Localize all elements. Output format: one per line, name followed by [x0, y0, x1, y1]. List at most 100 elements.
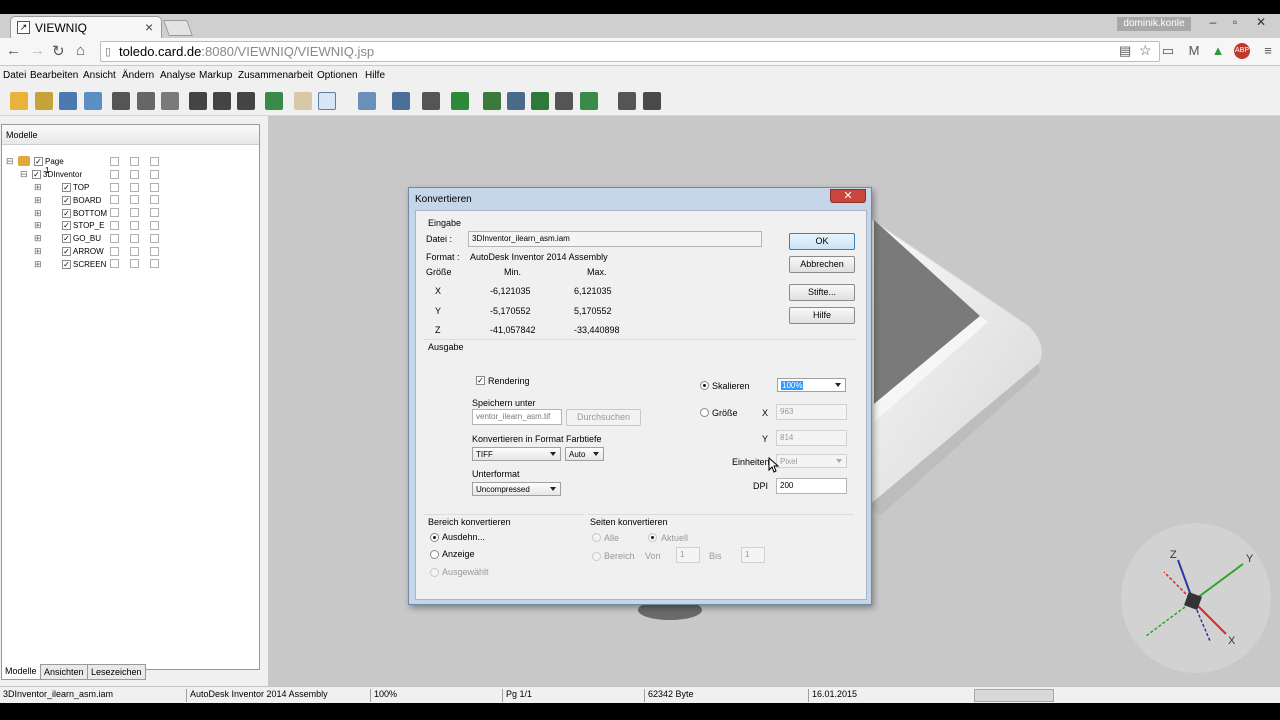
adblock-icon[interactable]: ABP — [1234, 43, 1250, 59]
cancel-button[interactable]: Abbrechen — [789, 256, 855, 273]
bookmark-star-icon[interactable]: ☆ — [1139, 42, 1152, 59]
visibility-checkbox[interactable]: ✓ — [62, 221, 71, 231]
reload-icon[interactable]: ↻ — [52, 42, 65, 60]
menu-analyse[interactable]: Analyse — [160, 70, 196, 81]
layout-2-icon[interactable] — [213, 92, 231, 110]
menu-optionen[interactable]: Optionen — [317, 70, 358, 81]
option-checkbox[interactable] — [130, 208, 139, 218]
window-zoom-icon[interactable] — [358, 92, 376, 110]
menu-bearbeiten[interactable]: Bearbeiten — [30, 70, 78, 81]
tab-lesezeichen[interactable]: Lesezeichen — [87, 664, 146, 680]
visibility-checkbox[interactable]: ✓ — [34, 157, 43, 166]
cube-icon[interactable] — [507, 92, 525, 110]
drive-icon[interactable]: ▲ — [1210, 43, 1226, 59]
expand-icon[interactable]: ⊞ — [34, 182, 42, 193]
rendering-checkbox[interactable]: ✓ — [476, 376, 485, 385]
convert-icon[interactable] — [161, 92, 179, 110]
expand-icon[interactable]: ⊞ — [34, 233, 42, 244]
option-checkbox[interactable] — [130, 259, 139, 269]
markup-pen-icon[interactable] — [35, 92, 53, 110]
menu-zusammenarbeit[interactable]: Zusammenarbeit — [238, 70, 313, 81]
minimize-icon[interactable]: – — [1202, 15, 1224, 31]
section-icon[interactable] — [483, 92, 501, 110]
visibility-checkbox[interactable]: ✓ — [62, 208, 71, 218]
pages-all-radio[interactable] — [592, 533, 601, 542]
visibility-checkbox[interactable]: ✓ — [62, 247, 71, 256]
x-field[interactable]: 963 — [776, 404, 847, 420]
print-icon[interactable] — [112, 92, 130, 110]
option-checkbox[interactable] — [110, 169, 119, 179]
user-badge[interactable]: dominik.konle — [1117, 17, 1191, 31]
browse-button[interactable]: Durchsuchen — [566, 409, 641, 426]
save-as-field[interactable]: ventor_ilearn_asm.tif — [472, 409, 562, 425]
move-part-icon[interactable] — [580, 92, 598, 110]
y-field[interactable]: 814 — [776, 430, 847, 446]
option-checkbox[interactable] — [110, 233, 119, 243]
expand-icon[interactable]: ⊞ — [34, 246, 42, 257]
close-window-icon[interactable]: ✕ — [1250, 15, 1272, 31]
expand-icon[interactable]: ⊞ — [34, 195, 42, 206]
open-folder-icon[interactable] — [10, 92, 28, 110]
option-checkbox[interactable] — [110, 246, 119, 256]
expand-icon[interactable]: ⊞ — [34, 208, 42, 219]
menu-aendern[interactable]: Ändern — [122, 70, 154, 81]
help-button[interactable]: Hilfe — [789, 307, 855, 324]
option-checkbox[interactable] — [150, 195, 159, 205]
menu-datei[interactable]: Datei — [3, 70, 26, 81]
tab-ansichten[interactable]: Ansichten — [40, 664, 88, 680]
pan-hand-icon[interactable] — [294, 92, 312, 110]
dimension-icon[interactable] — [643, 92, 661, 110]
option-checkbox[interactable] — [150, 182, 159, 192]
dpi-field[interactable]: 200 — [776, 478, 847, 494]
visibility-checkbox[interactable]: ✓ — [62, 195, 71, 205]
option-checkbox[interactable] — [150, 221, 159, 230]
pens-button[interactable]: Stifte... — [789, 284, 855, 301]
pages-from-field[interactable]: 1 — [676, 547, 700, 563]
option-checkbox[interactable] — [130, 233, 139, 243]
tree-icon[interactable] — [84, 92, 102, 110]
range-display-radio[interactable] — [430, 550, 439, 559]
option-checkbox[interactable] — [110, 259, 119, 269]
option-checkbox[interactable] — [150, 259, 159, 269]
measure-icon[interactable] — [59, 92, 77, 110]
back-icon[interactable]: ← — [6, 42, 21, 59]
option-checkbox[interactable] — [150, 208, 159, 218]
range-extent-radio[interactable] — [430, 533, 439, 542]
layout-1-icon[interactable] — [189, 92, 207, 110]
option-checkbox[interactable] — [130, 169, 139, 179]
scale-radio[interactable] — [700, 381, 709, 390]
forward-icon[interactable]: → — [30, 42, 45, 59]
visibility-checkbox[interactable]: ✓ — [62, 259, 71, 269]
url-bar[interactable]: ▯ toledo.card.de:8080/VIEWNIQ/VIEWNIQ.js… — [100, 41, 1160, 62]
option-checkbox[interactable] — [150, 246, 159, 256]
visibility-checkbox[interactable]: ✓ — [32, 170, 41, 179]
scale-dropdown[interactable]: 100% — [777, 378, 846, 392]
expand-icon[interactable]: ⊞ — [34, 220, 42, 231]
cut-icon[interactable] — [555, 92, 573, 110]
menu-markup[interactable]: Markup — [199, 70, 232, 81]
option-checkbox[interactable] — [150, 157, 159, 166]
url-text[interactable]: toledo.card.de:8080/VIEWNIQ/VIEWNIQ.jsp — [119, 44, 374, 59]
option-checkbox[interactable] — [150, 169, 159, 179]
option-checkbox[interactable] — [110, 157, 119, 166]
option-checkbox[interactable] — [110, 221, 119, 230]
range-selected-radio[interactable] — [430, 568, 439, 577]
cast-icon[interactable]: ▭ — [1160, 43, 1176, 59]
display-icon[interactable] — [618, 92, 636, 110]
explode-icon[interactable] — [531, 92, 549, 110]
format-dropdown[interactable]: TIFF — [472, 447, 561, 461]
tab-modelle[interactable]: Modelle — [1, 664, 41, 680]
visibility-checkbox[interactable]: ✓ — [62, 183, 71, 192]
ok-button[interactable]: OK — [789, 233, 855, 250]
pages-current-radio[interactable] — [648, 533, 657, 542]
option-checkbox[interactable] — [130, 157, 139, 166]
visibility-checkbox[interactable]: ✓ — [62, 234, 71, 244]
collapse-icon[interactable]: ⊟ — [20, 169, 28, 180]
maximize-icon[interactable]: ▫ — [1224, 15, 1246, 31]
reader-icon[interactable]: ▤ — [1119, 43, 1131, 59]
browser-tab[interactable]: ↗ VIEWNIQ × — [10, 16, 162, 38]
pages-to-field[interactable]: 1 — [741, 547, 765, 563]
layout-3-icon[interactable] — [237, 92, 255, 110]
menu-icon[interactable]: ≡ — [1260, 43, 1276, 59]
collapse-icon[interactable]: ⊟ — [6, 156, 14, 167]
